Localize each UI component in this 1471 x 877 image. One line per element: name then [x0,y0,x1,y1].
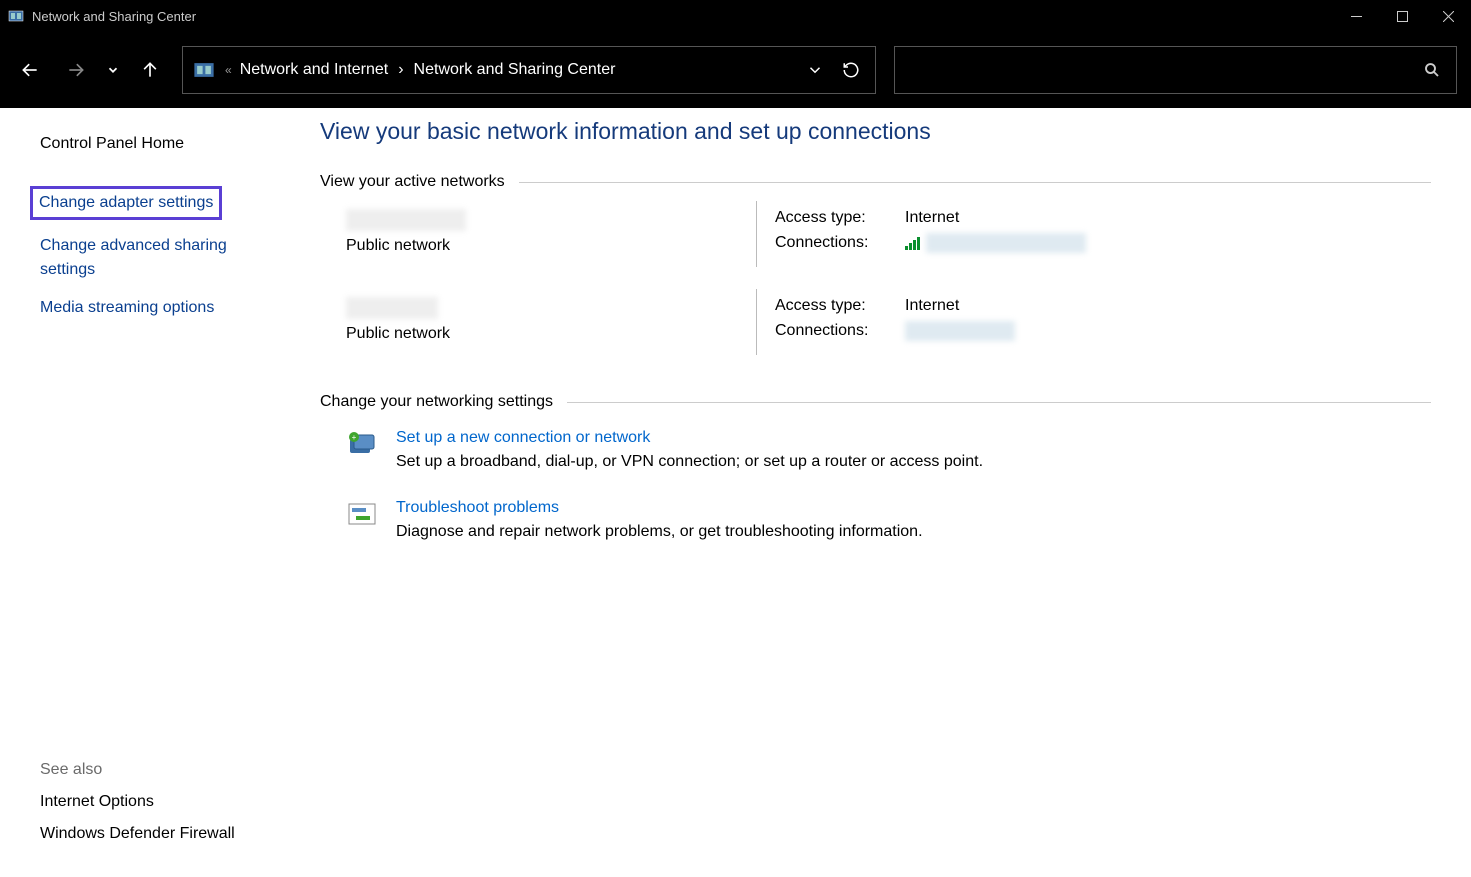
main-area: Control Panel Home Change adapter settin… [0,108,1471,877]
breadcrumb-network-internet[interactable]: Network and Internet [240,61,389,79]
breadcrumb-network-sharing-center[interactable]: Network and Sharing Center [414,61,616,79]
connection-name-redacted[interactable] [905,321,1015,341]
forward-button[interactable] [56,50,96,90]
internet-options-link[interactable]: Internet Options [40,793,270,811]
active-networks-header: View your active networks [320,173,1431,191]
chevron-right-icon: › [398,61,403,79]
troubleshoot-icon [346,499,378,531]
title-bar: Network and Sharing Center [0,0,1471,32]
see-also-label: See also [40,761,270,779]
breadcrumb-root-chevron[interactable]: « [225,63,232,77]
setup-connection-item: + Set up a new connection or network Set… [346,429,1431,471]
access-type-label: Access type: [775,297,905,315]
page-title: View your basic network information and … [320,118,1431,145]
windows-defender-firewall-link[interactable]: Windows Defender Firewall [40,825,270,843]
refresh-button[interactable] [833,52,869,88]
network-entry: Public network Access type: Internet Con… [346,297,1431,347]
search-input[interactable] [895,61,1414,79]
content-pane: View your basic network information and … [300,108,1471,877]
troubleshoot-item: Troubleshoot problems Diagnose and repai… [346,499,1431,541]
change-advanced-sharing-link[interactable]: Change advanced sharing settings [40,234,270,282]
back-button[interactable] [10,50,50,90]
address-history-button[interactable] [797,52,833,88]
control-panel-icon [193,59,215,81]
window-title: Network and Sharing Center [32,9,196,24]
wifi-signal-icon [905,236,920,250]
network-name-redacted [346,209,466,231]
maximize-button[interactable] [1379,0,1425,32]
network-type: Public network [346,325,756,343]
access-type-value: Internet [905,209,959,227]
setup-connection-icon: + [346,429,378,461]
control-panel-home-link[interactable]: Control Panel Home [40,132,270,156]
sidebar: Control Panel Home Change adapter settin… [0,108,300,877]
search-button[interactable] [1414,52,1450,88]
minimize-button[interactable] [1333,0,1379,32]
close-button[interactable] [1425,0,1471,32]
network-type: Public network [346,237,756,255]
search-box[interactable] [894,46,1457,94]
change-adapter-settings-link[interactable]: Change adapter settings [30,186,222,220]
troubleshoot-link[interactable]: Troubleshoot problems [396,499,923,517]
connection-name-redacted[interactable] [926,233,1086,253]
address-bar[interactable]: « Network and Internet › Network and Sha… [182,46,876,94]
connections-label: Connections: [775,234,905,252]
network-entry: Public network Access type: Internet Con… [346,209,1431,259]
recent-locations-button[interactable] [102,50,124,90]
access-type-value: Internet [905,297,959,315]
up-button[interactable] [130,50,170,90]
connections-label: Connections: [775,322,905,340]
setup-connection-link[interactable]: Set up a new connection or network [396,429,983,447]
media-streaming-options-link[interactable]: Media streaming options [40,296,270,320]
network-name-redacted [346,297,438,319]
svg-text:+: + [352,433,357,442]
troubleshoot-desc: Diagnose and repair network problems, or… [396,523,923,541]
app-icon [8,8,24,24]
change-settings-header: Change your networking settings [320,393,1431,411]
navigation-bar: « Network and Internet › Network and Sha… [0,32,1471,108]
setup-connection-desc: Set up a broadband, dial-up, or VPN conn… [396,453,983,471]
access-type-label: Access type: [775,209,905,227]
